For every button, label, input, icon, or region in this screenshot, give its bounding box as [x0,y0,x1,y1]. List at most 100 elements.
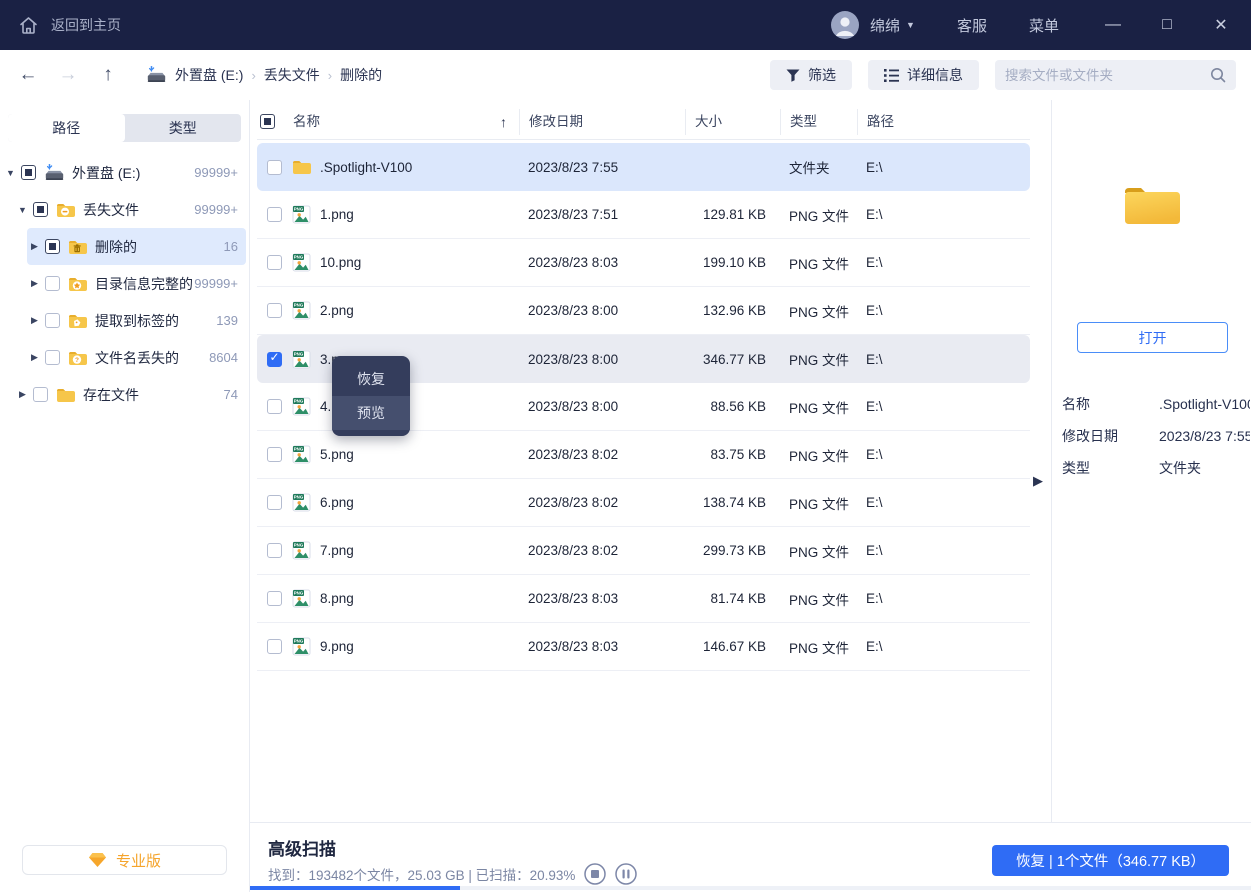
table-row[interactable]: PNG5.png2023/8/23 8:0283.75 KBPNG 文件E:\ [257,431,1030,479]
table-row[interactable]: PNG6.png2023/8/23 8:02138.74 KBPNG 文件E:\ [257,479,1030,527]
checkbox[interactable] [45,276,60,291]
checkbox[interactable] [33,387,48,402]
up-button[interactable]: ↑ [96,64,120,86]
filter-button[interactable]: 筛选 [770,60,852,90]
file-type: PNG 文件 [780,589,857,609]
file-name-cell: PNG5.png [257,445,519,464]
column-header-修改日期[interactable]: 修改日期 [519,109,685,135]
checkbox[interactable] [267,160,282,175]
search-input[interactable] [1005,68,1210,83]
breadcrumb: 外置盘 (E:)›丢失文件›删除的 [146,65,382,85]
file-date: 2023/8/23 8:00 [519,399,685,414]
item-count: 74 [224,387,246,402]
select-all-checkbox[interactable] [260,114,275,129]
checkbox[interactable] [33,202,48,217]
stop-button[interactable] [584,863,606,885]
table-row[interactable]: .Spotlight-V1002023/8/23 7:55文件夹E:\ [257,143,1030,191]
pause-button[interactable] [615,863,637,885]
breadcrumb-label: 外置盘 (E:) [175,65,243,85]
item-count: 139 [216,313,246,328]
menu-link[interactable]: 菜单 [1029,15,1059,36]
open-button[interactable]: 打开 [1077,322,1228,353]
item-count: 8604 [209,350,246,365]
file-name: 10.png [320,255,361,270]
breadcrumb-item[interactable]: 丢失文件 [264,65,320,85]
file-type: PNG 文件 [780,349,857,369]
sidebar-item-文件名丢失的[interactable]: ▶?文件名丢失的8604 [27,339,246,376]
checkbox[interactable] [267,352,282,367]
pro-version-button[interactable]: 专业版 [22,845,227,875]
column-header-类型[interactable]: 类型 [780,109,857,135]
search-icon[interactable] [1210,67,1226,83]
checkbox[interactable] [45,239,60,254]
user-menu[interactable]: 绵绵 ▼ [870,15,915,36]
collapse-arrow-icon[interactable]: ▼ [15,205,30,215]
expand-arrow-icon[interactable]: ▶ [27,241,42,252]
sidebar-item-存在文件[interactable]: ▶存在文件74 [15,376,246,413]
expand-arrow-icon[interactable]: ▶ [27,352,42,363]
sidebar-item-删除的[interactable]: ▶删除的16 [27,228,246,265]
details-button[interactable]: 详细信息 [868,60,979,90]
file-date: 2023/8/23 8:03 [519,255,685,270]
checkbox[interactable] [267,207,282,222]
table-row[interactable]: PNG2.png2023/8/23 8:00132.96 KBPNG 文件E:\ [257,287,1030,335]
checkbox[interactable] [267,495,282,510]
tab-路径[interactable]: 路径 [8,114,125,142]
sidebar-item-丢失文件[interactable]: ▼丢失文件99999+ [15,191,246,228]
column-header-名称[interactable]: 名称↑ [257,109,519,135]
file-size: 88.56 KB [685,399,780,414]
table-row[interactable]: PNG8.png2023/8/23 8:0381.74 KBPNG 文件E:\ [257,575,1030,623]
recover-button[interactable]: 恢复 | 1个文件（346.77 KB） [992,845,1229,876]
table-header: 名称↑修改日期大小类型路径 [257,104,1030,140]
breadcrumb-item[interactable]: 删除的 [340,65,382,85]
expand-arrow-icon[interactable]: ▶ [27,315,42,326]
checkbox[interactable] [267,303,282,318]
sidebar: 路径类型 ▼外置盘 (E:)99999+▼丢失文件99999+▶删除的16▶目录… [0,100,250,892]
checkbox[interactable] [45,313,60,328]
search-box[interactable] [995,60,1236,90]
support-link[interactable]: 客服 [957,15,987,36]
checkbox[interactable] [267,639,282,654]
file-size: 346.77 KB [685,352,780,367]
collapse-arrow-icon[interactable]: ▼ [3,168,18,178]
checkbox[interactable] [267,543,282,558]
scan-title: 高级扫描 [268,835,336,860]
back-button[interactable]: ← [16,64,40,86]
file-date: 2023/8/23 8:03 [519,591,685,606]
table-row[interactable]: PNG7.png2023/8/23 8:02299.73 KBPNG 文件E:\ [257,527,1030,575]
file-date: 2023/8/23 8:03 [519,639,685,654]
table-row[interactable]: PNG9.png2023/8/23 8:03146.67 KBPNG 文件E:\ [257,623,1030,671]
breadcrumb-label: 删除的 [340,65,382,85]
checkbox[interactable] [21,165,36,180]
checkbox[interactable] [267,399,282,414]
maximize-button[interactable]: □ [1157,16,1177,34]
breadcrumb-item[interactable]: 外置盘 (E:) [146,65,243,85]
svg-text:PNG: PNG [294,447,304,452]
forward-button[interactable]: → [56,64,80,86]
file-type: PNG 文件 [780,253,857,273]
checkbox[interactable] [45,350,60,365]
context-menu-item-预览[interactable]: 预览 [332,396,410,430]
sidebar-item-提取到标签的[interactable]: ▶提取到标签的139 [27,302,246,339]
sort-ascending-icon[interactable]: ↑ [500,109,507,135]
column-header-大小[interactable]: 大小 [685,109,780,135]
sidebar-item-目录信息完整的[interactable]: ▶目录信息完整的99999+ [27,265,246,302]
checkbox[interactable] [267,447,282,462]
close-button[interactable]: ✕ [1211,15,1231,35]
checkbox[interactable] [267,591,282,606]
table-row[interactable]: PNG1.png2023/8/23 7:51129.81 KBPNG 文件E:\ [257,191,1030,239]
collapse-panel-arrow[interactable]: ▶ [1033,473,1043,489]
avatar[interactable] [830,10,860,40]
expand-arrow-icon[interactable]: ▶ [27,278,42,289]
table-row[interactable]: PNG10.png2023/8/23 8:03199.10 KBPNG 文件E:… [257,239,1030,287]
sidebar-item-外置盘 (E:)[interactable]: ▼外置盘 (E:)99999+ [3,154,246,191]
context-menu-item-恢复[interactable]: 恢复 [332,362,410,396]
checkbox[interactable] [267,255,282,270]
expand-arrow-icon[interactable]: ▶ [15,389,30,400]
tab-类型[interactable]: 类型 [125,114,242,142]
column-header-路径[interactable]: 路径 [857,109,1030,135]
minimize-button[interactable]: — [1103,16,1123,34]
list-icon [884,69,899,82]
folder-star-icon [68,276,88,292]
home-button[interactable]: 返回到主页 [0,15,121,36]
